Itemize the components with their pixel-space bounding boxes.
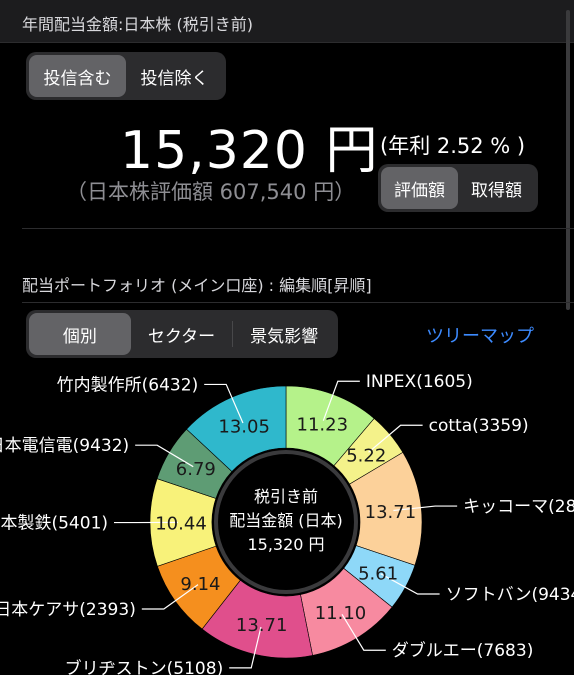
slice-name-label: ソフトバン(9434 xyxy=(446,585,574,605)
slice-value-label: 11.10 xyxy=(315,603,367,624)
slice-value-label: 11.23 xyxy=(297,414,349,435)
slice-name-label: INPEX(1605) xyxy=(366,372,473,392)
donut-center-label: 税引き前 xyxy=(254,487,318,506)
slice-name-label: 日本ケアサ(2393) xyxy=(0,600,136,620)
slice-value-label: 5.61 xyxy=(358,563,398,584)
donut-center-label: 配当金額 (日本) xyxy=(229,511,343,530)
slice-value-label: 13.71 xyxy=(365,502,417,523)
slice-name-label: 日本電信電(9432) xyxy=(0,436,129,456)
slice-value-label: 13.05 xyxy=(218,417,270,438)
slice-name-label: 日本製鉄(5401) xyxy=(0,514,108,534)
slice-name-label: キッコーマ(2801 xyxy=(463,497,574,517)
slice-name-label: 竹内製作所(6432) xyxy=(57,375,199,395)
slice-name-label: ブリヂストン(5108) xyxy=(65,658,224,675)
slice-value-label: 13.71 xyxy=(236,615,288,636)
slice-value-label: 5.22 xyxy=(346,445,386,466)
slice-name-label: cotta(3359) xyxy=(429,416,529,436)
donut-center-label: 15,320 円 xyxy=(247,535,324,554)
slice-name-label: ダブルエー(7683) xyxy=(392,640,534,661)
dividend-donut-chart: 11.23 5.22 13.71 5.61 11.10 13.71 9.14 10.44 6.7… xyxy=(0,372,574,675)
slice-value-label: 6.79 xyxy=(176,459,216,480)
slice-value-label: 9.14 xyxy=(180,574,220,595)
slice-value-label: 10.44 xyxy=(155,513,207,534)
